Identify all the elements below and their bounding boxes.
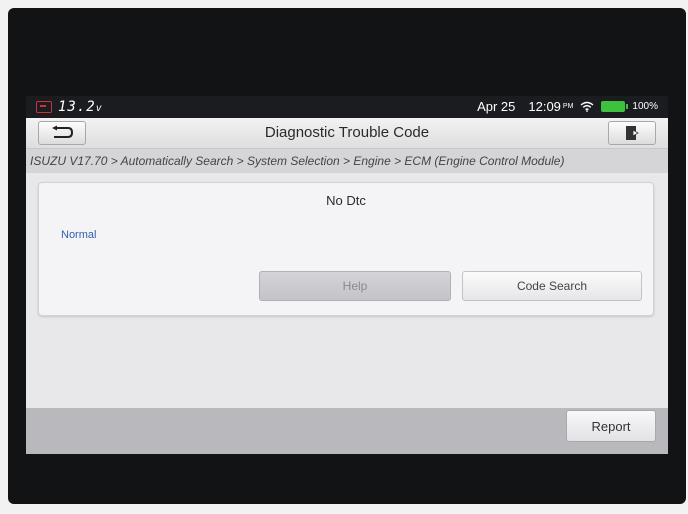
status-date: Apr 25 [477, 99, 516, 114]
page-title: Diagnostic Trouble Code [264, 124, 430, 141]
status-bar: 13.2v Apr 25 12:09 PM 100% [26, 96, 668, 118]
battery-icon [601, 101, 629, 112]
status-left: 13.2v [36, 99, 103, 115]
voltage-unit: v [95, 103, 103, 114]
help-button[interactable]: Help [259, 271, 451, 301]
title-bar: Diagnostic Trouble Code [26, 118, 668, 149]
exit-door-icon [626, 126, 639, 140]
voltage-value: 13.2 [58, 99, 96, 115]
status-right: Apr 25 12:09 PM 100% [477, 99, 658, 114]
dtc-heading: No Dtc [326, 193, 366, 208]
wifi-icon [580, 101, 594, 112]
system-status: Normal [61, 229, 97, 241]
status-time: 12:09 [528, 99, 561, 114]
vci-icon [36, 101, 52, 113]
bottom-toolbar: Report [26, 408, 668, 454]
tablet-screen: 13.2v Apr 25 12:09 PM 100% Diagnostic Tr… [26, 96, 668, 454]
code-search-button[interactable]: Code Search [462, 271, 642, 301]
exit-button[interactable] [608, 121, 656, 145]
battery-percent: 100% [632, 101, 658, 112]
dtc-panel: No Dtc Normal Help Code Search [38, 182, 654, 316]
report-button[interactable]: Report [566, 410, 656, 442]
breadcrumb: ISUZU V17.70 > Automatically Search > Sy… [26, 149, 668, 173]
status-ampm: PM [562, 103, 574, 110]
voltage-readout: 13.2v [58, 99, 103, 115]
